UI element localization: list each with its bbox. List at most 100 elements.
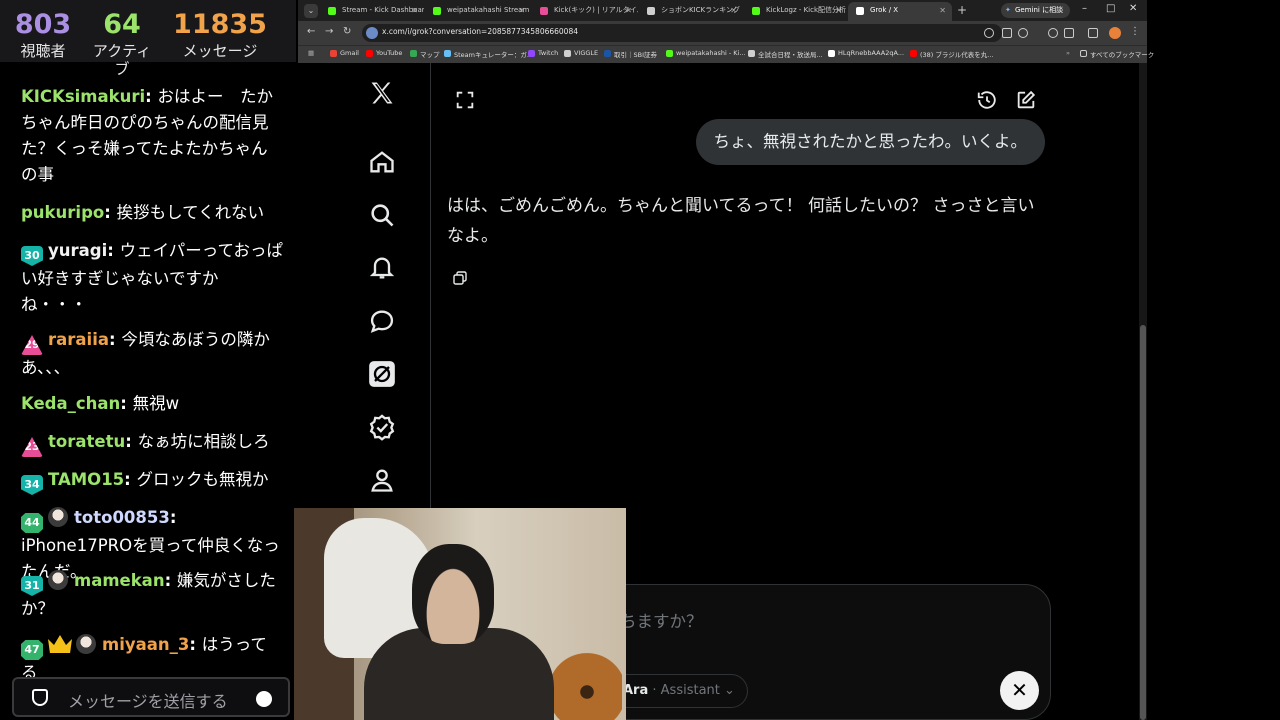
subscriber-badge-icon: 29 (21, 335, 43, 355)
window-close-icon[interactable]: ✕ (1129, 3, 1137, 14)
all-bookmarks[interactable]: すべてのブックマーク (1080, 49, 1154, 59)
zoom-icon[interactable] (984, 28, 994, 38)
tab-search-button[interactable]: ⌄ (304, 4, 318, 18)
maximize-icon[interactable]: □ (1106, 3, 1115, 14)
chat-username[interactable]: KICKsimakuri (21, 87, 145, 106)
tab-grok[interactable]: Grok / X ✕ (848, 2, 952, 21)
twitch-icon (528, 50, 535, 57)
notifications-bell-icon[interactable] (368, 254, 396, 282)
chat-message-input[interactable]: メッセージを送信する (12, 677, 290, 717)
bookmark-viggle[interactable]: VIGGLE (564, 49, 598, 57)
chat-username[interactable]: raraiia (48, 330, 109, 349)
bookmarks-bar: ▦ Gmail YouTube マップ Steamキュレーター：ガ... Twi… (298, 45, 1154, 63)
extension-icon[interactable] (1048, 28, 1058, 38)
bookmark-twitch[interactable]: Twitch (528, 49, 558, 57)
tab-kick-realtime[interactable]: Kick(キック) | リアルタイム ✕ (532, 2, 638, 21)
chat-username[interactable]: TAMO15 (48, 470, 124, 489)
close-icon[interactable]: ✕ (411, 2, 418, 19)
emoji-icon[interactable] (256, 691, 272, 707)
gmail-icon (330, 50, 337, 57)
bookmark-weipa-kick[interactable]: weipatakahashi - Ki... (666, 49, 746, 57)
back-icon[interactable]: ← (307, 26, 315, 37)
gemini-button[interactable]: Gemini に相談 (1001, 3, 1071, 18)
chat-username[interactable]: mamekan (74, 571, 165, 590)
user-avatar-icon (48, 507, 68, 527)
chat-username[interactable]: miyaan_3 (102, 635, 189, 654)
profile-avatar[interactable] (1109, 27, 1121, 39)
expand-icon[interactable] (454, 89, 476, 111)
menu-kebab-icon[interactable]: ⋮ (1130, 26, 1140, 37)
messages-icon[interactable] (368, 307, 396, 335)
bookmark-sbi[interactable]: 取引｜SBI証券 (604, 49, 657, 59)
extensions-puzzle-icon[interactable] (1064, 28, 1074, 38)
bookmark-maps[interactable]: マップ (410, 49, 440, 59)
tab-kicklogz[interactable]: KickLogz - Kick配信分析 ✕ (744, 2, 848, 21)
kick-icon (433, 7, 441, 15)
folder-icon (1080, 50, 1087, 57)
mode-subtitle: · Assistant (652, 683, 720, 698)
minimize-icon[interactable]: – (1082, 3, 1087, 14)
verified-icon[interactable] (368, 413, 396, 441)
user-avatar-icon (48, 570, 68, 590)
colon: : (109, 330, 122, 349)
tab-kick-dashboard[interactable]: Stream - Kick Dashboard ✕ (320, 2, 424, 21)
site-info-icon[interactable] (366, 27, 378, 39)
bookmark-x-post[interactable]: HLqRnebbAAA2qA... (828, 49, 904, 57)
copy-icon[interactable] (452, 270, 468, 286)
tab-bar: ⌄ Stream - Kick Dashboard ✕ weipatakahash… (298, 0, 1147, 21)
colon: : (104, 203, 117, 222)
mode-name: Ara (623, 683, 649, 698)
tab-title: KickLogz - Kick配信分析 (766, 6, 847, 14)
close-icon[interactable]: ✕ (835, 2, 842, 19)
viewers-label: 視聴者 (20, 42, 66, 60)
address-bar[interactable]: x.com/i/grok?conversation=20858773458066… (362, 24, 1002, 42)
chat-text: グロックも無視か (136, 470, 269, 489)
grok-icon[interactable] (368, 360, 396, 388)
page-scrollbar[interactable] (1139, 63, 1147, 720)
user-message-bubble: ちょ、無視されたかと思ったわ。いくよ。 (695, 119, 1045, 165)
chat-message: 34 TAMO15: グロックも無視か (21, 467, 283, 495)
subscriber-badge-icon: 31 (21, 576, 43, 596)
bookmark-brazil[interactable]: (38) ブラジル代表を丸... (910, 49, 993, 59)
bookmark-youtube[interactable]: YouTube (366, 49, 402, 57)
crown-icon (48, 635, 72, 653)
home-icon[interactable] (368, 148, 396, 176)
close-icon[interactable]: ✕ (730, 2, 737, 19)
chat-username[interactable]: yuragi (48, 241, 107, 260)
sidepanel-icon[interactable] (1088, 28, 1098, 38)
profile-icon[interactable] (368, 466, 396, 494)
tab-weipatakahashi-stream[interactable]: weipatakahashi Stream ✕ (425, 2, 531, 21)
bookmark-schedule[interactable]: 全試合日程・放送局... (748, 49, 823, 59)
history-icon[interactable] (976, 89, 998, 111)
close-icon[interactable]: ✕ (625, 2, 632, 19)
close-icon[interactable]: ✕ (518, 2, 525, 19)
chat-username[interactable]: pukuripo (21, 203, 104, 222)
tab-kick-ranking[interactable]: ショボンKICKランキング | S ✕ (639, 2, 743, 21)
chat-message: 23 toratetu: なぁ坊に相談しろ (21, 429, 283, 457)
bookmark-star-icon[interactable] (1018, 28, 1028, 38)
shield-icon[interactable] (32, 689, 48, 706)
new-chat-edit-icon[interactable] (1015, 89, 1037, 111)
forward-icon[interactable]: → (325, 26, 333, 37)
chat-username[interactable]: toto00853 (74, 508, 170, 527)
x-logo-icon[interactable] (368, 79, 396, 107)
bookmark-steam[interactable]: Steamキュレーター：ガ... (444, 49, 533, 59)
bookmark-label: VIGGLE (574, 49, 599, 57)
more-bookmarks-chevron-icon[interactable]: » (1056, 49, 1070, 57)
scrollbar-thumb[interactable] (1140, 325, 1146, 720)
subscriber-badge-icon: 34 (21, 475, 43, 495)
bookmark-gmail[interactable]: Gmail (330, 49, 359, 57)
colon: : (125, 432, 138, 451)
chat-username[interactable]: Keda_chan (21, 394, 120, 413)
steam-icon (444, 50, 451, 57)
search-icon[interactable] (368, 201, 396, 229)
reload-icon[interactable]: ↻ (343, 26, 351, 37)
cast-icon[interactable] (1002, 28, 1012, 38)
close-voice-button[interactable]: ✕ (1000, 671, 1039, 710)
colon: : (189, 635, 202, 654)
close-icon[interactable]: ✕ (939, 2, 946, 19)
apps-icon[interactable]: ▦ (308, 49, 314, 57)
chat-username[interactable]: toratetu (48, 432, 125, 451)
new-tab-button[interactable]: + (957, 3, 967, 17)
viggle-icon (564, 50, 571, 57)
